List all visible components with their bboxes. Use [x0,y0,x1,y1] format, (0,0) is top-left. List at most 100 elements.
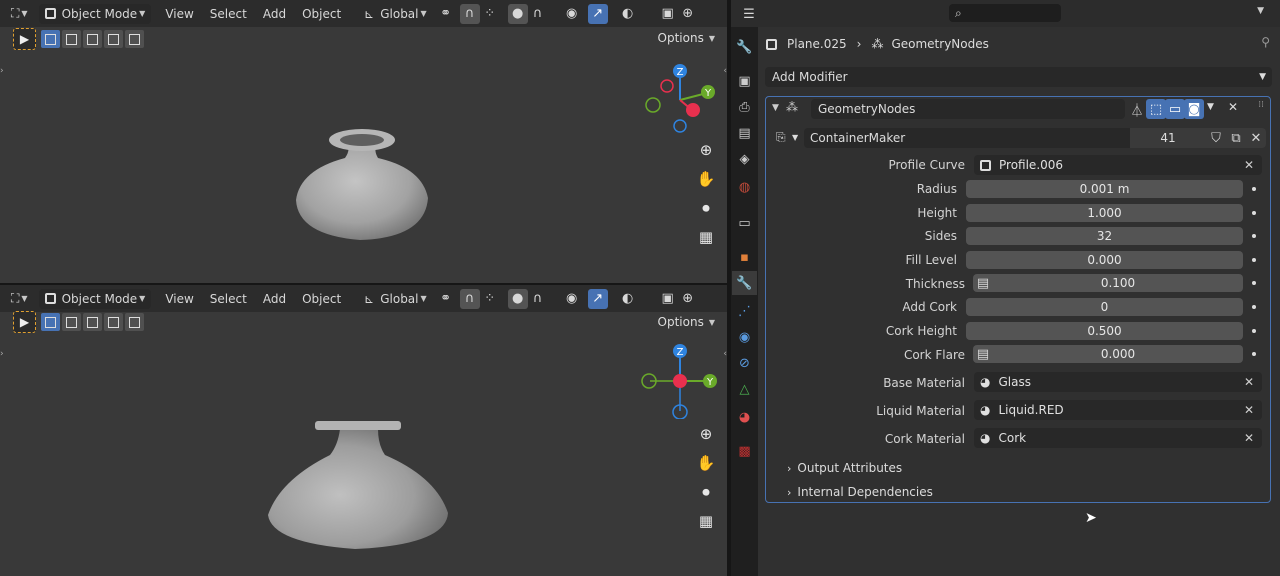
select-intersect-icon[interactable] [125,313,144,331]
keyframe-dot-icon[interactable] [1252,211,1256,215]
snap-icon[interactable]: ∩ [459,3,480,24]
tool-tab-icon[interactable]: 🔧 [732,35,757,59]
duplicate-icon[interactable]: ⧉ [1226,128,1246,148]
visibility-icon[interactable]: ◉ [562,289,582,309]
property-search-field[interactable]: ⌕ [949,4,1061,22]
cage-toggle-icon[interactable]: ⬚ [1146,99,1166,119]
particles-tab-icon[interactable]: ⋰ [732,299,757,323]
snap-target-icon[interactable]: ⁘ [480,4,500,24]
physics-tab-icon[interactable]: ◉ [732,325,757,349]
select-intersect-icon[interactable] [125,30,144,48]
zoom-icon[interactable]: ⊕ [694,422,718,446]
profile-curve-field[interactable]: Profile.006 ✕ [974,155,1262,175]
keyframe-dot-icon[interactable] [1252,187,1256,191]
thickness-field[interactable]: 0.100 [993,274,1243,292]
clear-icon[interactable]: ✕ [1244,158,1254,172]
viewport-toggle-icon[interactable]: ▭ [1165,99,1185,119]
liquid-material-field[interactable]: ◕ Liquid.RED ✕ [974,400,1262,420]
viewport-top[interactable]: ⛶ ▼ Object Mode ▼ View Select Add Object ⊾… [0,0,727,283]
overlay-icon[interactable]: ◐ [618,289,638,309]
mode-dropdown[interactable]: Object Mode ▼ [38,288,152,309]
material-tab-icon[interactable]: ◕ [732,405,757,429]
panel-output-attributes[interactable]: › Output Attributes [787,460,902,476]
options-dropdown[interactable]: Options ▼ [652,28,721,48]
gizmo-icon[interactable]: ↗ [587,3,608,24]
left-collapse-arrow[interactable]: › [0,349,4,359]
falloff-icon[interactable]: ∩ [528,4,548,24]
fill-level-field[interactable]: 0.000 [966,251,1243,269]
keyframe-dot-icon[interactable] [1252,329,1256,333]
node-tree-icon[interactable]: ⎘ [776,130,786,145]
modifier-tab-icon[interactable]: 🔧 [732,271,757,295]
output-tab-icon[interactable]: ⎙ [732,95,757,119]
visibility-icon[interactable]: ◉ [562,4,582,24]
pivot-icon[interactable]: ⚭ [436,289,456,309]
add-modifier-button[interactable]: Add Modifier ▼ [765,67,1272,87]
mode-dropdown[interactable]: Object Mode ▼ [38,3,152,24]
options-dropdown[interactable]: Options ▼ [652,312,721,332]
data-tab-icon[interactable]: △ [732,377,757,401]
height-field[interactable]: 1.000 [966,204,1243,222]
select-new-icon[interactable] [41,30,60,48]
object-tab-icon[interactable]: ▪ [732,245,757,269]
keyframe-dot-icon[interactable] [1252,305,1256,309]
clear-icon[interactable]: ✕ [1244,431,1254,445]
snap-target-icon[interactable]: ⁘ [480,289,500,309]
render-toggle-icon[interactable]: ◙ [1184,99,1204,119]
pivot-icon[interactable]: ⚭ [436,4,456,24]
editor-type-button[interactable]: ⛶ ▼ [8,289,31,309]
remove-modifier-icon[interactable]: ✕ [1228,100,1238,114]
keyframe-dot-icon[interactable] [1252,234,1256,238]
shading-wire-icon[interactable]: ⊕ [678,289,698,309]
modifier-name-field[interactable]: GeometryNodes [811,99,1125,119]
add-cork-field[interactable]: 0 [966,298,1243,316]
render-tab-icon[interactable]: ▣ [732,69,757,93]
xray-icon[interactable]: ▣ [658,289,678,309]
select-subtract-icon[interactable] [83,313,102,331]
camera-icon[interactable]: ⏺ [694,196,718,220]
menu-select[interactable]: Select [202,7,255,21]
unlink-icon[interactable]: ✕ [1246,128,1266,148]
overlay-icon[interactable]: ◐ [618,4,638,24]
user-count[interactable]: 41 [1130,128,1206,148]
orthographic-grid-icon[interactable]: ▦ [694,509,718,533]
scene-tab-icon[interactable]: ◈ [732,147,757,171]
select-subtract-icon[interactable] [83,30,102,48]
shading-wire-icon[interactable]: ⊕ [678,4,698,24]
proportional-edit-icon[interactable]: ● [507,288,528,309]
falloff-icon[interactable]: ∩ [528,289,548,309]
select-invert-icon[interactable] [104,30,123,48]
snap-icon[interactable]: ∩ [459,288,480,309]
pan-hand-icon[interactable]: ✋ [694,451,718,475]
select-invert-icon[interactable] [104,313,123,331]
node-group-field[interactable]: ContainerMaker [804,128,1130,148]
attribute-toggle-icon[interactable]: ▤ [973,274,993,292]
viewport-bottom[interactable]: ⛶ ▼ Object Mode ▼ View Select Add Object ⊾… [0,285,727,576]
keyframe-dot-icon[interactable] [1252,281,1256,285]
select-extend-icon[interactable] [62,313,81,331]
menu-select[interactable]: Select [202,292,255,306]
keyframe-dot-icon[interactable] [1252,352,1256,356]
panel-internal-dependencies[interactable]: › Internal Dependencies [787,484,933,500]
pin-icon[interactable]: ⚲ [1261,35,1270,49]
select-box-tool-icon[interactable]: ▶ [13,311,36,333]
collection-tab-icon[interactable]: ▭ [732,211,757,235]
proportional-edit-icon[interactable]: ● [507,3,528,24]
perspective-grid-icon[interactable]: ▦ [694,225,718,249]
navigation-gizmo[interactable]: Z Y [640,60,720,136]
view-layer-tab-icon[interactable]: ▤ [732,121,757,145]
edit-mode-toggle-icon[interactable]: ⏃ [1127,99,1147,119]
vase-object-side[interactable] [260,415,460,555]
vase-object[interactable] [290,120,440,250]
base-material-field[interactable]: ◕ Glass ✕ [974,372,1262,392]
collapse-chevron-icon[interactable]: ▼ [772,103,779,113]
radius-field[interactable]: 0.001 m [966,180,1243,198]
select-new-icon[interactable] [41,313,60,331]
pan-hand-icon[interactable]: ✋ [694,167,718,191]
cork-flare-field[interactable]: 0.000 [993,345,1243,363]
menu-add[interactable]: Add [255,7,294,21]
transform-orientation-dropdown[interactable]: ⊾ Global ▼ [361,289,430,309]
right-collapse-arrow[interactable]: ‹ [723,349,727,359]
right-collapse-arrow[interactable]: ‹ [723,66,727,76]
transform-orientation-dropdown[interactable]: ⊾ Global ▼ [361,4,430,24]
